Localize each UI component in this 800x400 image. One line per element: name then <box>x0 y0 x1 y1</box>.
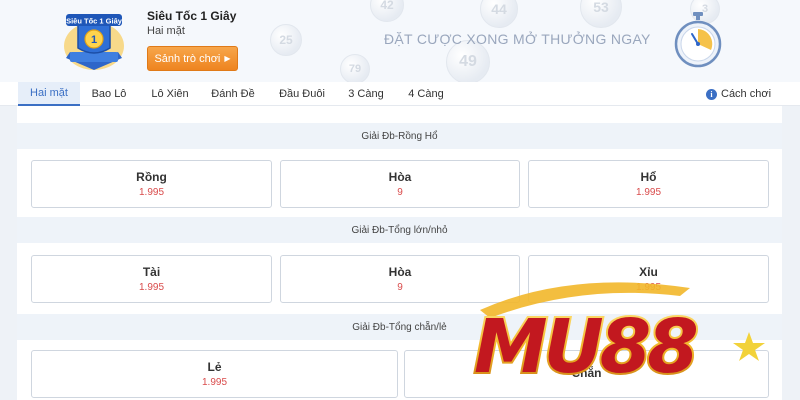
lottery-ball: 25 <box>270 24 302 56</box>
bet-option-hoa[interactable]: Hòa 9 <box>280 255 520 303</box>
lottery-ball: 53 <box>580 0 622 28</box>
tab-hai-mat[interactable]: Hai mặt <box>18 82 80 106</box>
slogan-text: ĐẶT CƯỢC XONG MỞ THƯỞNG NGAY <box>384 31 651 47</box>
lottery-ball: 44 <box>480 0 518 28</box>
bet-option-tai[interactable]: Tài 1.995 <box>31 255 272 303</box>
bet-option-name: Hòa <box>388 265 412 279</box>
tab-lo-xien[interactable]: Lô Xiên <box>144 82 196 106</box>
game-logo-badge: Siêu Tốc 1 Giây 1 <box>64 14 124 70</box>
bet-option-name: Hổ <box>640 170 657 184</box>
bet-option-odds: 1.995 <box>138 187 165 198</box>
bet-type-tabs: Hai mặt Bao Lô Lô Xiên Đánh Đề Đầu Đuôi … <box>0 82 800 106</box>
bet-option-odds: 1.995 <box>635 187 662 198</box>
tab-4-cang[interactable]: 4 Càng <box>402 82 450 106</box>
game-header: 44 49 53 42 25 79 3 Siêu Tốc 1 Giây 1 Si… <box>0 0 800 82</box>
section-title: Giải Đb-Tổng lớn/nhỏ <box>17 217 782 243</box>
play-arrow-icon: ▶ <box>224 54 231 63</box>
tab-danh-de[interactable]: Đánh Đề <box>205 82 261 106</box>
info-icon: i <box>706 88 717 100</box>
lobby-button[interactable]: Sảnh trò chơi ▶ <box>147 46 238 71</box>
bet-option-odds: 1.995 <box>201 377 228 388</box>
bet-option-name: Hòa <box>388 170 412 184</box>
bet-option-name: Xỉu <box>639 265 658 279</box>
bet-option-ho[interactable]: Hổ 1.995 <box>528 160 769 208</box>
tab-3-cang[interactable]: 3 Càng <box>342 82 390 106</box>
bet-option-rong[interactable]: Rồng 1.995 <box>31 160 272 208</box>
how-to-play-link[interactable]: i Cách chơi <box>706 82 771 106</box>
bet-option-name: Chẵn <box>571 365 602 380</box>
bet-option-name: Lẻ <box>207 360 222 374</box>
lottery-ball: 79 <box>340 54 370 82</box>
section-title: Giải Đb-Tổng chẵn/lẻ <box>17 314 782 340</box>
lobby-button-label: Sảnh trò chơi <box>154 52 221 65</box>
svg-text:1: 1 <box>91 34 97 46</box>
how-to-play-label: Cách chơi <box>721 88 772 100</box>
game-subtitle: Hai mặt <box>147 25 185 37</box>
tab-dau-duoi[interactable]: Đầu Đuôi <box>272 82 332 106</box>
stopwatch-icon <box>674 12 722 68</box>
bet-option-hoa[interactable]: Hòa 9 <box>280 160 520 208</box>
section-title: Giải Đb-Rồng Hổ <box>17 123 782 149</box>
tab-bao-lo[interactable]: Bao Lô <box>84 82 134 106</box>
bet-option-odds: 9 <box>397 282 403 293</box>
bet-option-odds: 1.995 <box>635 282 662 293</box>
bet-option-le[interactable]: Lẻ 1.995 <box>31 350 398 398</box>
betting-panel: Giải Đb-Rồng Hổ Rồng 1.995 Hòa 9 Hổ 1.99… <box>17 106 782 400</box>
bet-option-odds: 9 <box>397 187 403 198</box>
lottery-ball: 42 <box>370 0 404 22</box>
bet-option-chan[interactable]: Chẵn <box>404 350 769 398</box>
bet-option-name: Tài <box>142 265 161 279</box>
bet-option-name: Rồng <box>136 170 167 184</box>
svg-text:Siêu Tốc 1 Giây: Siêu Tốc 1 Giây <box>66 17 123 26</box>
bet-option-odds: 1.995 <box>138 282 165 293</box>
game-title: Siêu Tốc 1 Giây <box>147 9 237 23</box>
bet-option-xiu[interactable]: Xỉu 1.995 <box>528 255 769 303</box>
